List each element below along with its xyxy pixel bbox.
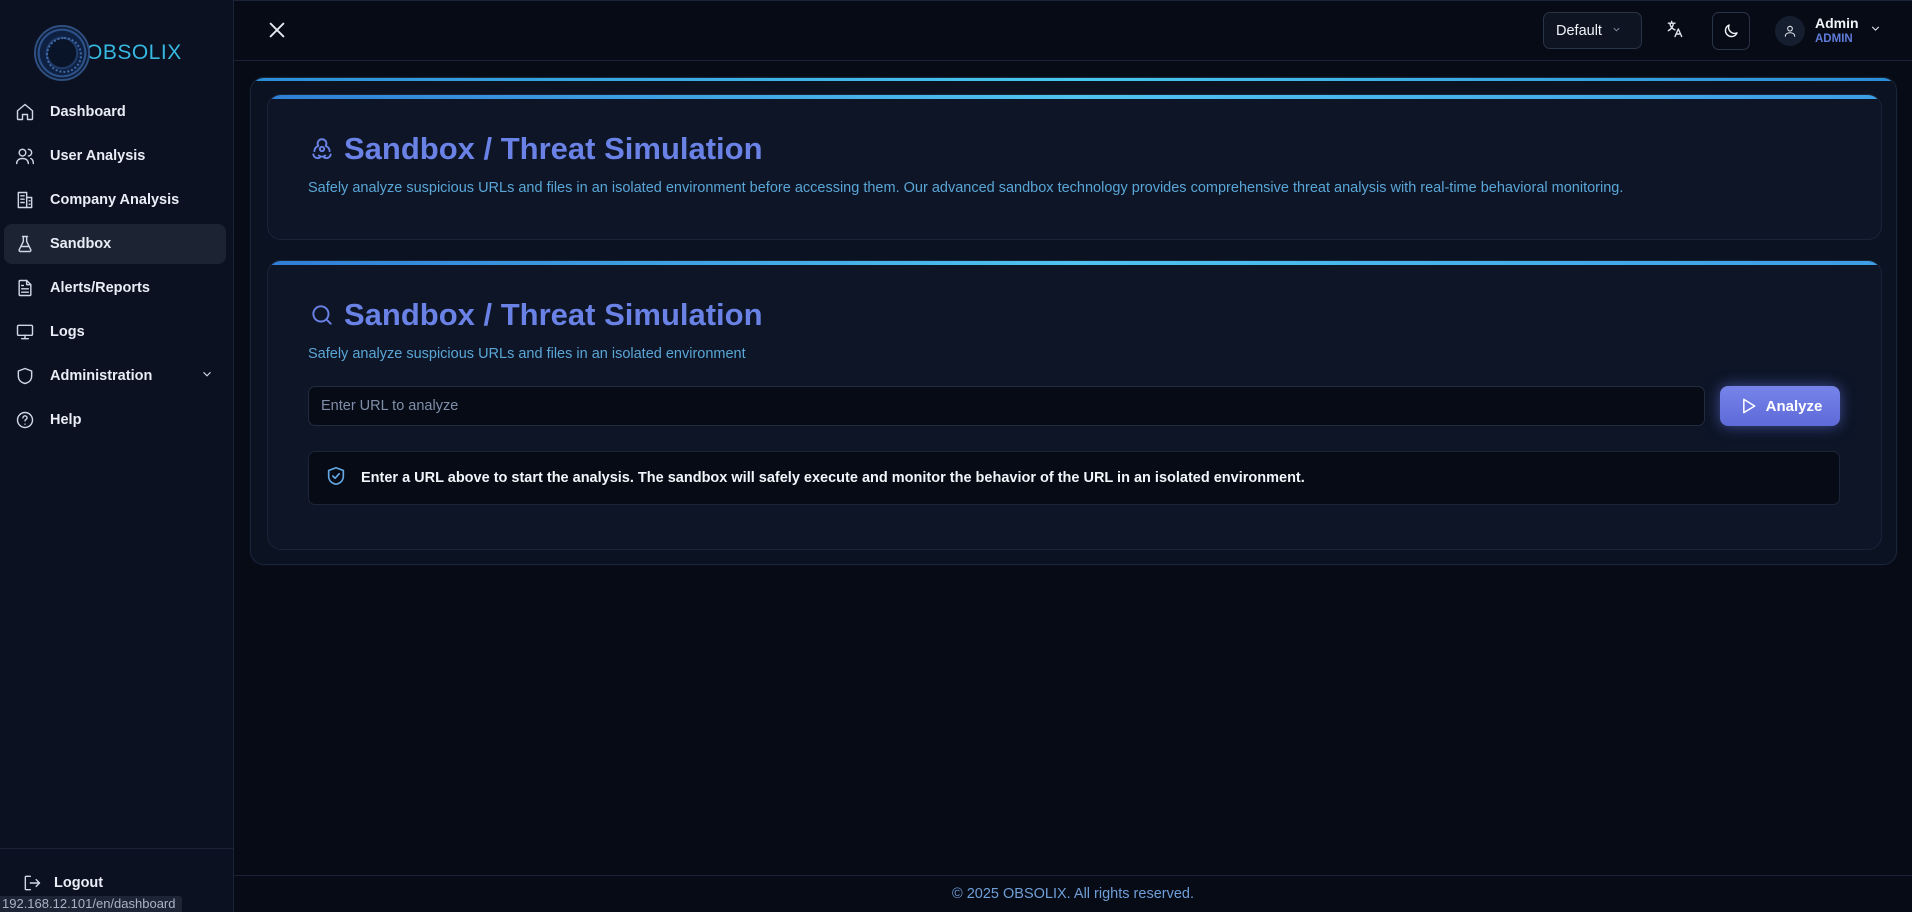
sidebar-item-company-analysis[interactable]: Company Analysis [4, 180, 226, 220]
sidebar-item-label: Logs [50, 324, 85, 340]
analyze-button[interactable]: Analyze [1720, 386, 1840, 426]
play-icon [1742, 398, 1756, 414]
sidebar-item-logs[interactable]: Logs [4, 312, 226, 352]
logout-label: Logout [54, 875, 104, 891]
sidebar: OBSOLIX Dashboard User Analysis Company … [0, 0, 234, 912]
users-icon [14, 145, 36, 167]
sidebar-nav: Dashboard User Analysis Company Analysis… [0, 92, 234, 444]
sidebar-item-label: Administration [50, 368, 153, 384]
close-sidebar-button[interactable] [266, 19, 290, 43]
monitor-icon [14, 321, 36, 343]
dark-mode-toggle[interactable] [1712, 12, 1750, 50]
info-message-text: Enter a URL above to start the analysis.… [361, 470, 1305, 486]
shield-icon [14, 365, 36, 387]
close-icon [269, 22, 285, 38]
main-content: Sandbox / Threat Simulation Safely analy… [250, 77, 1897, 565]
sidebar-item-alerts-reports[interactable]: Alerts/Reports [4, 268, 226, 308]
page-title: Sandbox / Threat Simulation [308, 131, 763, 167]
building-icon [14, 189, 36, 211]
copyright-text: © 2025 OBSOLIX. All rights reserved. [952, 886, 1194, 902]
sidebar-item-help[interactable]: Help [4, 400, 226, 440]
translate-icon [1667, 20, 1683, 38]
sidebar-item-administration[interactable]: Administration [4, 356, 226, 396]
sidebar-item-label: Company Analysis [50, 192, 180, 208]
topbar: Default Admin ADMIN [234, 0, 1912, 61]
user-menu[interactable]: Admin ADMIN [1775, 13, 1882, 49]
chevron-down-icon [1611, 23, 1622, 39]
page-description: Safely analyze suspicious URLs and files… [308, 180, 1624, 196]
logout-button[interactable]: Logout [22, 873, 103, 893]
page-footer: © 2025 OBSOLIX. All rights reserved. [234, 875, 1912, 912]
analysis-card: Sandbox / Threat Simulation Safely analy… [267, 260, 1882, 550]
biohazard-icon [308, 135, 336, 163]
file-text-icon [14, 277, 36, 299]
chevron-down-icon[interactable] [200, 367, 214, 385]
analysis-title-text: Sandbox / Threat Simulation [344, 297, 763, 332]
shield-check-icon [325, 465, 347, 492]
sidebar-item-sandbox[interactable]: Sandbox [4, 224, 226, 264]
sidebar-item-dashboard[interactable]: Dashboard [4, 92, 226, 132]
sidebar-item-label: User Analysis [50, 148, 146, 164]
analyze-button-label: Analyze [1765, 397, 1823, 415]
sidebar-item-label: Dashboard [50, 104, 126, 120]
flask-icon [14, 233, 36, 255]
home-icon [14, 101, 36, 123]
user-info: Admin ADMIN [1815, 15, 1859, 47]
sidebar-item-label: Help [50, 412, 82, 428]
analysis-description: Safely analyze suspicious URLs and files… [308, 346, 746, 362]
analysis-title: Sandbox / Threat Simulation [308, 297, 763, 333]
url-input[interactable] [308, 386, 1705, 426]
info-message: Enter a URL above to start the analysis.… [308, 451, 1840, 505]
search-icon [308, 301, 336, 329]
hero-card: Sandbox / Threat Simulation Safely analy… [267, 94, 1882, 240]
browser-status-url: 192.168.12.101/en/dashboard [0, 896, 182, 912]
brand-logo[interactable]: OBSOLIX [34, 23, 182, 83]
help-circle-icon [14, 409, 36, 431]
page-title-text: Sandbox / Threat Simulation [344, 131, 763, 166]
user-name: Admin [1815, 15, 1859, 31]
logo-mark-icon [34, 25, 90, 81]
logout-icon [24, 875, 41, 891]
avatar [1775, 16, 1805, 46]
user-icon [1784, 25, 1796, 37]
theme-select-value: Default [1556, 22, 1602, 39]
moon-icon [1724, 24, 1738, 38]
sidebar-item-label: Alerts/Reports [50, 280, 150, 296]
user-role: ADMIN [1815, 33, 1853, 45]
language-button[interactable] [1665, 19, 1689, 43]
chevron-down-icon [1869, 22, 1882, 40]
brand-name: OBSOLIX [86, 41, 182, 64]
theme-select[interactable]: Default [1543, 12, 1642, 49]
sidebar-item-user-analysis[interactable]: User Analysis [4, 136, 226, 176]
sidebar-item-label: Sandbox [50, 236, 112, 252]
